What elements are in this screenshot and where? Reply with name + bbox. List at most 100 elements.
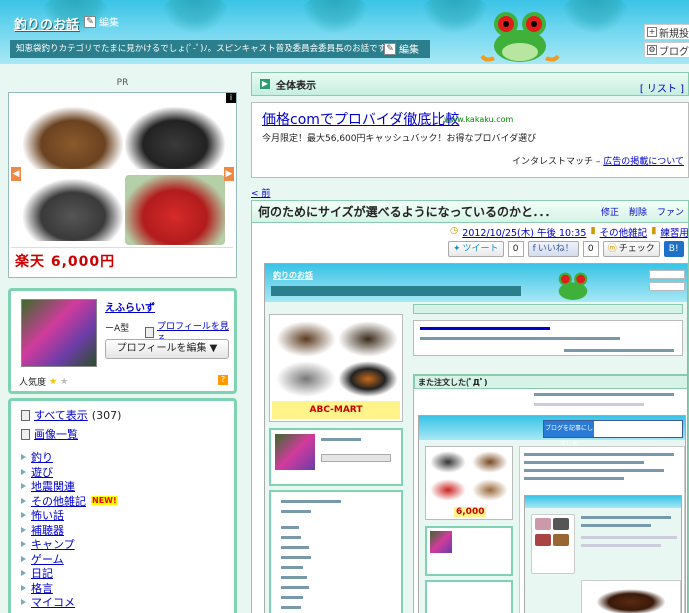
rakuten-banner[interactable]: 楽天 6,000円 (11, 247, 233, 275)
title-edit-button[interactable]: ✎ 編集 (84, 14, 119, 29)
nested2-shoe-image (472, 479, 508, 501)
edit-profile-label: プロフィールを編集 (116, 343, 207, 354)
hatena-bookmark-button[interactable]: B! (663, 241, 684, 257)
gear-icon: ⚙ (647, 45, 657, 55)
image-icon (21, 428, 30, 440)
nested2-profile (425, 526, 513, 576)
profile-blood-type: ーA型 (105, 324, 130, 334)
delete-entry-button[interactable]: 削除 (629, 205, 647, 218)
category-item[interactable]: マイコメ (21, 595, 224, 610)
tweet-button[interactable]: ✦ ツイート (448, 241, 504, 257)
help-icon[interactable]: ? (218, 375, 228, 385)
nested2-shoe-image (430, 451, 466, 473)
mixi-icon: ⓜ (607, 244, 617, 254)
category-item[interactable]: 怖い話 (21, 508, 224, 523)
nested-shoe-image (276, 361, 336, 397)
prev-post-link[interactable]: < 前 (251, 186, 689, 199)
facebook-icon: f (532, 244, 536, 254)
entry-category-link[interactable]: その他雑記 (600, 225, 648, 239)
edit-profile-button[interactable]: プロフィールを編集 ▼ (105, 339, 229, 359)
blog-title[interactable]: 釣りのお話 (14, 14, 79, 33)
admin-links: + 新規投 ⚙ ブログ記 (644, 24, 689, 60)
nested-profile-box (269, 428, 403, 486)
hatena-bookmark-label: B! (668, 244, 679, 254)
category-item[interactable]: 日記 (21, 566, 224, 581)
bullet-icon (21, 483, 26, 490)
bullet-icon (21, 541, 26, 548)
profile-name[interactable]: えふらいず (105, 299, 155, 314)
ad-footer-link[interactable]: 広告の掲載について (603, 157, 684, 167)
bullet-icon (21, 584, 26, 591)
nested-text-line (281, 526, 299, 529)
like-count: 0 (582, 241, 599, 257)
nested2-category (425, 580, 513, 613)
bullet-icon (21, 570, 26, 577)
category-item[interactable]: その他雑記 NEW! (21, 494, 224, 509)
prev-arrow-icon[interactable]: ◀ (11, 167, 21, 181)
blog-settings-label: ブログ記 (659, 46, 689, 58)
entry-fiction-link[interactable]: 練習用 (660, 225, 688, 239)
entry-date-link[interactable]: 2012/10/25(木) 午後 10:35 (462, 225, 586, 239)
fan-button[interactable]: ファン (657, 205, 684, 218)
profile-icon (145, 326, 154, 338)
nested3-shoe-image (553, 518, 569, 530)
category-item[interactable]: 地震関連 (21, 479, 224, 494)
all-posts-link[interactable]: すべて表示 (307) (21, 407, 224, 423)
folder-icon: ▮ (590, 225, 596, 236)
category-item[interactable]: 釣り (21, 450, 224, 465)
new-post-label: 新規投 (659, 28, 689, 40)
entry-screenshot-image[interactable]: 釣りのお話 ABC-MART また注文した(ﾟДﾟ) ブログを記事にしました 6… (264, 263, 688, 613)
blog-settings-link[interactable]: ⚙ ブログ記 (644, 42, 689, 58)
text-ad[interactable]: 価格comでプロバイダ徹底比較 www.kakaku.com 今月限定！最大56… (251, 102, 689, 178)
ad-footer: インタレストマッチ – 広告の掲載について (512, 154, 684, 167)
next-arrow-icon[interactable]: ▶ (224, 167, 234, 181)
nested-text-line (281, 566, 303, 569)
left-sidebar: PR i ◀ ▶ 楽天 6,000円 (8, 78, 237, 278)
black-shoe-image[interactable] (125, 107, 225, 169)
entry-actions: 修正 削除 ファン (601, 205, 684, 218)
ad-url[interactable]: www.kakaku.com (444, 115, 513, 124)
entry-title: 何のためにサイズが選べるようになっているのかと．．． (258, 205, 557, 219)
image-list-link[interactable]: 画像一覧 (21, 426, 224, 442)
check-button[interactable]: ⓜ チェック (602, 241, 660, 257)
nested2-facebook-banner: ブログを記事にしました (543, 420, 683, 448)
nested-text-line (420, 337, 620, 340)
ad-info-icon[interactable]: i (226, 93, 236, 103)
nested-text-line (281, 510, 311, 513)
all-posts-count: (307) (91, 408, 122, 422)
chevron-down-icon: ▼ (209, 343, 218, 354)
nested2-price-banner: 6,000 (454, 507, 487, 517)
category-item[interactable]: 補聴器 (21, 523, 224, 538)
nested-button (321, 454, 391, 462)
category-item[interactable]: キャンプ (21, 537, 224, 552)
new-post-link[interactable]: + 新規投 (644, 24, 689, 40)
nested-shoe-image (338, 361, 398, 397)
nested-text-line (524, 469, 664, 472)
edit-icon: ✎ (384, 42, 396, 55)
category-item[interactable]: 遊び (21, 465, 224, 480)
nested-text-line (581, 516, 671, 519)
clock-icon: ◷ (450, 225, 459, 236)
red-shoe-image[interactable] (125, 175, 225, 245)
category-item[interactable]: 格言 (21, 581, 224, 596)
nested-header: 釣りのお話 (265, 264, 687, 302)
edit-entry-button[interactable]: 修正 (601, 205, 619, 218)
description-edit-button[interactable]: ✎ 編集 (384, 41, 419, 56)
tweet-label: ツイート (462, 244, 499, 254)
ad-body: 今月限定！最大56,600円キャッシュバック！お得なプロバイダ選び (262, 134, 537, 144)
avatar[interactable] (21, 299, 97, 367)
bullet-icon (21, 497, 26, 504)
like-button[interactable]: f いいね！ (527, 241, 579, 257)
nested-text-line (420, 327, 550, 330)
nested-text-line (281, 546, 309, 549)
category-label: マイコメ (31, 596, 75, 610)
all-posts-label: すべて表示 (34, 409, 88, 422)
shoe-ad-banner[interactable]: i ◀ ▶ 楽天 6,000円 (8, 92, 237, 278)
nested-avatar (275, 434, 315, 470)
list-view-link[interactable]: [ リスト ] (640, 80, 684, 95)
gray-shoe-image[interactable] (23, 179, 123, 241)
bullet-icon (21, 599, 26, 606)
bullet-icon (21, 526, 26, 533)
brown-shoe-image[interactable] (23, 107, 123, 169)
category-item[interactable]: ゲーム (21, 552, 224, 567)
